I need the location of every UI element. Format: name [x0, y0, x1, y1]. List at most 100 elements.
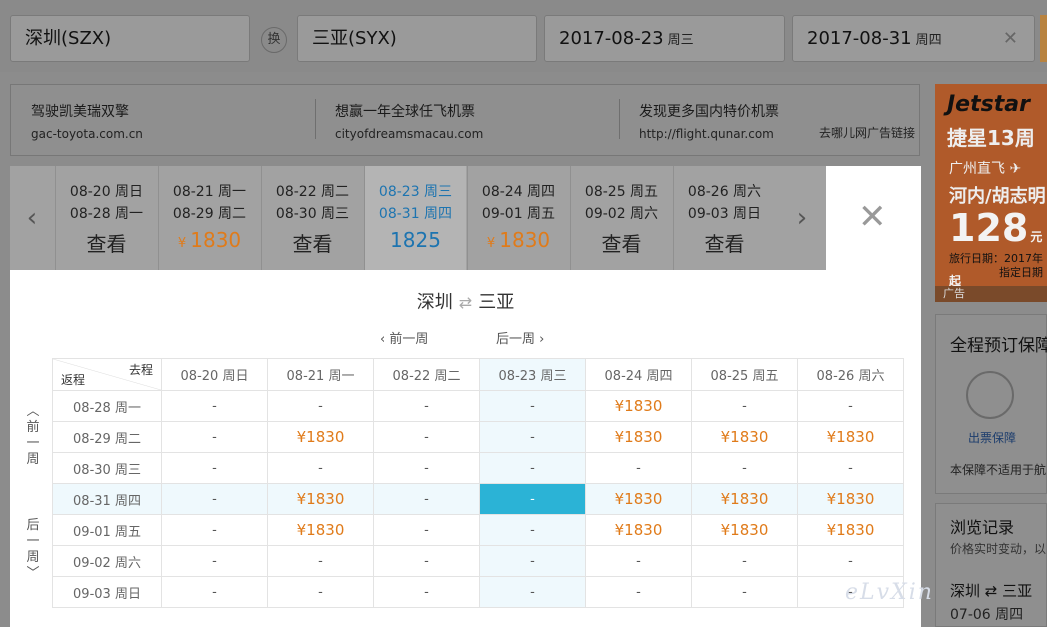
- return-date-header: 08-28 周一: [52, 390, 162, 422]
- week-strip-day[interactable]: 08-20 周日 08-28 周一 查看: [55, 166, 157, 270]
- ad-link-2[interactable]: 想赢一年全球任飞机票 cityofdreamsmacau.com: [335, 101, 483, 141]
- price-cell[interactable]: ¥1830: [797, 421, 904, 453]
- depart-date-header: 08-23 周三: [479, 358, 586, 391]
- price-cell[interactable]: ¥1830: [267, 483, 374, 515]
- price-cell[interactable]: -: [479, 576, 586, 608]
- price-cell[interactable]: -: [373, 576, 480, 608]
- price-cell[interactable]: -: [691, 545, 798, 577]
- history-route[interactable]: 深圳 ⇄ 三亚: [950, 580, 1032, 601]
- prev-week-link[interactable]: ‹ 前一周: [380, 328, 428, 347]
- price-cell[interactable]: -: [161, 390, 268, 422]
- prev-dates-arrow-icon[interactable]: ‹: [10, 166, 54, 270]
- search-button[interactable]: [1040, 15, 1047, 62]
- price-cell[interactable]: -: [161, 421, 268, 453]
- strip-return-date: 09-03 周日: [687, 206, 762, 222]
- week-strip-day[interactable]: 08-26 周六 09-03 周日 查看: [673, 166, 775, 270]
- price-cell[interactable]: -: [373, 483, 480, 515]
- return-date-header: 09-02 周六: [52, 545, 162, 577]
- price-cell[interactable]: ¥1830: [691, 421, 798, 453]
- table-row: 09-02 周六 - - - - - - -: [52, 545, 904, 577]
- ad-title: 想赢一年全球任飞机票: [335, 104, 475, 120]
- price-cell[interactable]: ¥1830: [691, 483, 798, 515]
- price-cell[interactable]: -: [797, 452, 904, 484]
- price-cell[interactable]: -: [373, 421, 480, 453]
- price-cell[interactable]: -: [267, 576, 374, 608]
- ad-link-3[interactable]: 发现更多国内特价机票 http://flight.qunar.com: [639, 101, 779, 141]
- depart-date-input[interactable]: 2017-08-23 周三: [544, 15, 785, 62]
- watermark: eLvXin: [845, 580, 934, 605]
- week-strip-day[interactable]: 08-21 周一 08-29 周二 1830: [158, 166, 260, 270]
- banner-brand: Jetstar: [947, 92, 1030, 117]
- price-cell[interactable]: -: [585, 576, 692, 608]
- price-cell[interactable]: -: [691, 452, 798, 484]
- price-cell[interactable]: -: [161, 514, 268, 546]
- price-cell[interactable]: -: [797, 390, 904, 422]
- strip-price: 查看: [292, 232, 333, 256]
- price-cell[interactable]: -: [373, 390, 480, 422]
- next-dates-arrow-icon[interactable]: ›: [780, 166, 824, 270]
- price-cell[interactable]: -: [691, 576, 798, 608]
- prev-return-week-link[interactable]: ︿ 前 一 周: [24, 404, 42, 468]
- price-cell[interactable]: ¥1830: [797, 483, 904, 515]
- price-cell[interactable]: -: [479, 390, 586, 422]
- price-cell[interactable]: -: [479, 545, 586, 577]
- swap-cities-button[interactable]: 换: [261, 27, 287, 53]
- price-cell[interactable]: -: [479, 452, 586, 484]
- price-cell[interactable]: -: [373, 452, 480, 484]
- clear-return-date-icon[interactable]: ✕: [1003, 16, 1018, 61]
- ad-title: 驾驶凯美瑞双擎: [31, 104, 129, 120]
- week-strip-day[interactable]: 08-25 周五 09-02 周六 查看: [570, 166, 672, 270]
- depart-date-header: 08-24 周四: [585, 358, 692, 391]
- round-trip-icon: ⇄: [458, 293, 473, 312]
- airplane-icon: ✈: [1009, 161, 1022, 177]
- next-return-week-link[interactable]: 后 一 周 ﹀: [24, 518, 42, 582]
- price-cell[interactable]: ¥1830: [585, 483, 692, 515]
- guarantee-label[interactable]: 出票保障: [968, 429, 1016, 446]
- price-cell[interactable]: -: [691, 390, 798, 422]
- table-row: 08-29 周二 - ¥1830- - ¥1830 ¥1830 ¥1830: [52, 421, 904, 453]
- strip-return-date: 08-31 周四: [378, 206, 453, 222]
- jetstar-banner-ad[interactable]: Jetstar 捷星13周 广州直飞 ✈ 河内/胡志明 128 元起 旅行日期：2…: [935, 84, 1047, 302]
- ad-link-1[interactable]: 驾驶凯美瑞双擎 gac-toyota.com.cn: [31, 101, 143, 141]
- from-city-input[interactable]: 深圳(SZX): [10, 15, 250, 62]
- return-date-header: 09-01 周五: [52, 514, 162, 546]
- price-cell[interactable]: -: [161, 576, 268, 608]
- price-cell[interactable]: -: [797, 545, 904, 577]
- strip-return-date: 08-30 周三: [275, 206, 350, 222]
- next-week-link[interactable]: 后一周 ›: [496, 328, 544, 347]
- price-cell[interactable]: -: [373, 545, 480, 577]
- ad-title: 发现更多国内特价机票: [639, 104, 779, 120]
- table-row: 09-01 周五 - ¥1830- - ¥1830 ¥1830 ¥1830: [52, 514, 904, 546]
- price-cell[interactable]: ¥1830: [585, 514, 692, 546]
- price-cell[interactable]: ¥1830: [585, 421, 692, 453]
- week-strip-day[interactable]: 08-22 周二 08-30 周三 查看: [261, 166, 363, 270]
- price-cell[interactable]: -: [585, 452, 692, 484]
- week-strip-day[interactable]: 08-24 周四 09-01 周五 1830: [467, 166, 569, 270]
- price-cell[interactable]: -: [161, 483, 268, 515]
- price-cell[interactable]: -: [479, 421, 586, 453]
- price-cell[interactable]: -: [161, 545, 268, 577]
- price-cell[interactable]: ¥1830: [691, 514, 798, 546]
- price-cell[interactable]: -: [585, 545, 692, 577]
- banner-destinations: 河内/胡志明: [949, 186, 1046, 207]
- price-cell[interactable]: -: [373, 514, 480, 546]
- price-cell[interactable]: ¥1830: [267, 421, 374, 453]
- price-cell[interactable]: -: [479, 514, 586, 546]
- price-cell[interactable]: -: [479, 483, 586, 515]
- return-weekday: 周四: [915, 33, 942, 48]
- browse-history-box: 浏览记录 价格实时变动，以 深圳 ⇄ 三亚 07-06 周四: [935, 503, 1047, 627]
- price-cell[interactable]: -: [267, 452, 374, 484]
- price-cell[interactable]: ¥1830: [585, 390, 692, 422]
- week-strip-day[interactable]: 08-23 周三 08-31 周四 1825: [364, 166, 466, 270]
- price-cell[interactable]: -: [161, 452, 268, 484]
- depart-date-header: 08-25 周五: [691, 358, 798, 391]
- price-cell[interactable]: -: [267, 390, 374, 422]
- divider: [619, 99, 620, 139]
- close-popup-icon[interactable]: ✕: [858, 200, 887, 234]
- to-city-input[interactable]: 三亚(SYX): [297, 15, 537, 62]
- return-date-input[interactable]: 2017-08-31 周四 ✕: [792, 15, 1035, 62]
- price-cell[interactable]: ¥1830: [797, 514, 904, 546]
- price-cell[interactable]: -: [267, 545, 374, 577]
- price-cell[interactable]: ¥1830: [267, 514, 374, 546]
- banner-headline: 捷星13周: [947, 126, 1035, 150]
